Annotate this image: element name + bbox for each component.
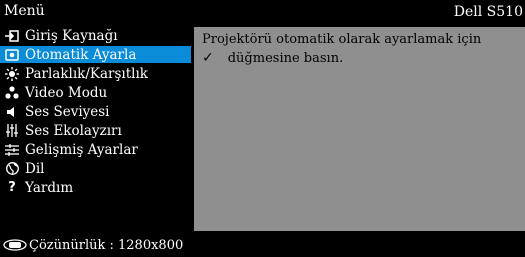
brightness-icon (3, 66, 21, 81)
menu-item-equalizer[interactable]: Ses Ekolayzırı (0, 122, 191, 139)
status-bar: Çözünürlük : 1280x800 (0, 233, 525, 257)
menu-item-label: Ses Seviyesi (25, 103, 110, 120)
instruction-text-line2: ✓ düğmesine basın. (202, 50, 343, 66)
model-name: Dell S510 (453, 4, 523, 20)
menu-item-video-mode[interactable]: Video Modu (0, 84, 191, 101)
instruction-text-line1: Projektörü otomatik olarak ayarlamak içi… (202, 32, 482, 47)
volume-icon (3, 106, 21, 118)
osd-menu-sidebar: Giriş Kaynağı Otomatik Ayarla Parlaklık/… (0, 27, 191, 231)
input-source-icon (3, 29, 21, 42)
video-mode-icon (3, 86, 21, 99)
instruction-text-line2-label: düğmesine basın. (227, 50, 344, 66)
content-panel: Projektörü otomatik olarak ayarlamak içi… (194, 27, 525, 231)
menu-item-brightness-contrast[interactable]: Parlaklık/Karşıtlık (0, 65, 191, 82)
menu-item-label: Ses Ekolayzırı (25, 122, 122, 139)
check-icon: ✓ (202, 50, 214, 66)
help-icon: ? (8, 180, 16, 195)
menu-item-label: Otomatik Ayarla (25, 46, 137, 63)
menu-item-label: Giriş Kaynağı (25, 27, 118, 44)
language-icon (3, 162, 21, 175)
menu-item-label: Gelişmiş Ayarlar (25, 141, 138, 158)
menu-title: Menü (4, 3, 45, 19)
menu-item-advanced-settings[interactable]: Gelişmiş Ayarlar (0, 141, 191, 158)
menu-item-volume[interactable]: Ses Seviyesi (0, 103, 191, 120)
menu-item-label: Parlaklık/Karşıtlık (25, 65, 148, 82)
advanced-settings-icon (3, 143, 21, 156)
menu-item-label: Dil (25, 160, 45, 177)
equalizer-icon (3, 124, 21, 137)
menu-item-language[interactable]: Dil (0, 160, 191, 177)
resolution-icon (3, 239, 27, 251)
title-bar: Menü Dell S510 (0, 0, 525, 25)
menu-item-input-source[interactable]: Giriş Kaynağı (0, 27, 191, 44)
menu-item-help[interactable]: ? Yardım (0, 179, 191, 196)
resolution-text: Çözünürlük : 1280x800 (29, 237, 184, 253)
menu-item-label: Yardım (25, 179, 74, 196)
menu-item-auto-adjust[interactable]: Otomatik Ayarla (0, 46, 191, 63)
auto-adjust-icon (3, 48, 21, 61)
menu-item-label: Video Modu (25, 84, 108, 101)
